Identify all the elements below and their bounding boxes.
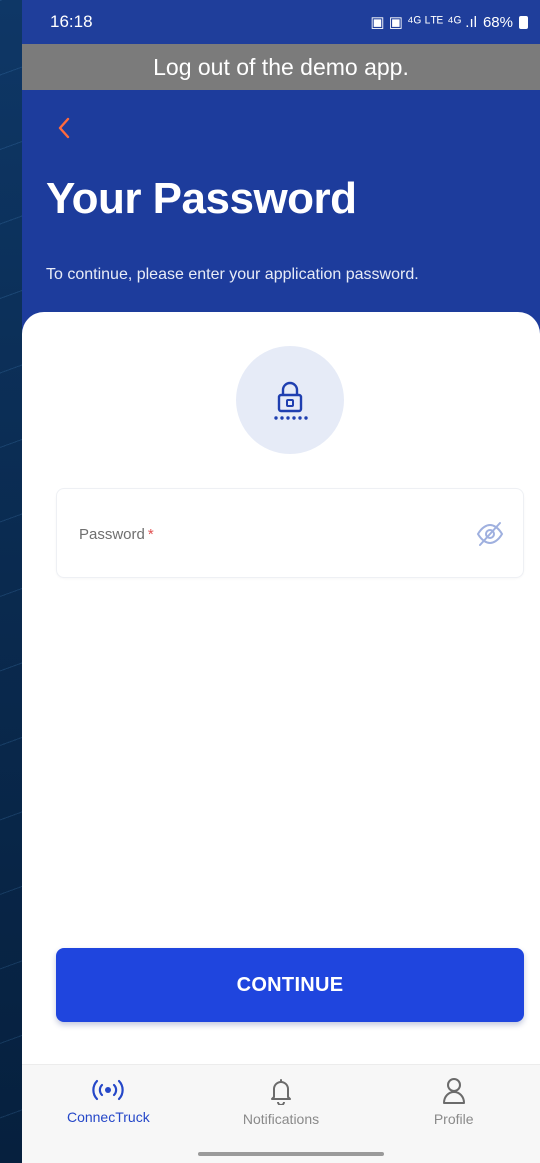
password-card: Password * CONTINUE: [22, 312, 540, 1064]
page-header: Your Password To continue, please enter …: [22, 90, 540, 350]
app-screen: 16:18 ▣ ▣ ⁴ᴳ ᴸᵀᴱ ⁴ᴳ .ıl 68% Log out of t…: [22, 0, 540, 1163]
nav-item-notifications[interactable]: Notifications: [195, 1065, 368, 1144]
demo-logout-banner[interactable]: Log out of the demo app.: [22, 44, 540, 90]
battery-icon: [519, 15, 528, 29]
chevron-left-icon: [58, 117, 70, 139]
bell-icon: [271, 1079, 291, 1105]
gesture-bar: [22, 1144, 540, 1163]
required-marker: *: [147, 526, 154, 543]
bottom-navigation: ConnecTruck Notifications Profile: [22, 1064, 540, 1144]
nav-label-connectruck: ConnecTruck: [66, 1109, 150, 1125]
password-field[interactable]: Password *: [56, 488, 524, 578]
status-indicators: ▣ ▣ ⁴ᴳ ᴸᵀᴱ ⁴ᴳ .ıl: [370, 14, 477, 31]
lock-badge: [236, 346, 344, 454]
continue-button[interactable]: CONTINUE: [56, 948, 524, 1022]
status-time: 16:18: [50, 12, 93, 31]
background-left-strip: [0, 0, 22, 1163]
battery-level: 68%: [482, 13, 513, 31]
password-visibility-toggle[interactable]: [475, 521, 505, 547]
page-title: Your Password: [46, 174, 357, 223]
back-button[interactable]: [50, 110, 78, 146]
nav-label-notifications: Notifications: [242, 1111, 320, 1127]
broadcast-icon: [92, 1079, 124, 1101]
home-indicator[interactable]: [198, 1152, 384, 1156]
nav-item-connectruck[interactable]: ConnecTruck: [22, 1065, 195, 1144]
password-label: Password *: [79, 526, 154, 543]
status-bar: 16:18 ▣ ▣ ⁴ᴳ ᴸᵀᴱ ⁴ᴳ .ıl 68%: [22, 0, 540, 44]
nav-label-profile: Profile: [433, 1111, 474, 1127]
lock-password-icon: [274, 381, 308, 420]
demo-banner-text: Log out of the demo app.: [153, 53, 409, 80]
eye-off-icon: [476, 522, 504, 546]
page-subtitle: To continue, please enter your applicati…: [46, 266, 419, 283]
status-icons: ▣ ▣ ⁴ᴳ ᴸᵀᴱ ⁴ᴳ .ıl 68%: [370, 13, 528, 31]
nav-item-profile[interactable]: Profile: [367, 1065, 540, 1144]
user-icon: [442, 1078, 465, 1104]
